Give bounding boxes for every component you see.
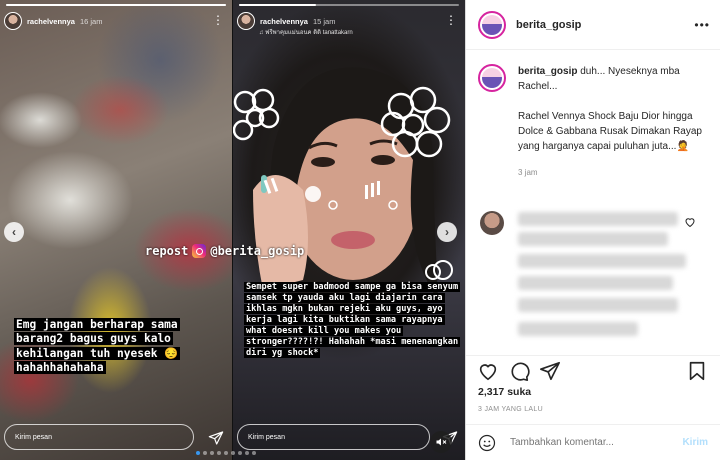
caption-time: 3 jam <box>518 168 538 177</box>
story-caption: Sempet super badmood sampe ga bisa senyu… <box>244 282 461 359</box>
story-avatar <box>237 12 255 30</box>
story-progress-bar <box>239 4 459 6</box>
carousel-dot <box>210 451 214 455</box>
story-reply-field: Kirim pesan <box>4 424 194 450</box>
comment-text-blurred <box>518 298 678 312</box>
carousel-dot <box>203 451 207 455</box>
story-more-icon: ⋮ <box>212 13 224 27</box>
author-username[interactable]: berita_gosip <box>516 19 581 31</box>
caption-username[interactable]: berita_gosip <box>518 66 577 77</box>
story-progress-fill <box>6 4 226 6</box>
story-header: rachelvennya 16 jam <box>4 12 102 30</box>
story-more-icon: ⋮ <box>445 13 457 27</box>
add-comment-bar: Kirim <box>466 424 720 460</box>
story-screenshot-left: rachelvennya 16 jam ⋮ Emg jangan berhara… <box>0 0 232 460</box>
carousel-prev-button[interactable]: ‹ <box>4 222 24 242</box>
comment-text-blurred <box>518 322 638 336</box>
story-caption-text: Sempet super badmood sampe ga bisa senyu… <box>244 282 461 358</box>
caption-avatar[interactable] <box>478 64 506 92</box>
send-icon <box>208 431 224 445</box>
carousel-dot <box>252 451 256 455</box>
story-progress-fill <box>239 4 316 6</box>
post-media: rachelvennya 16 jam ⋮ Emg jangan berhara… <box>0 0 465 460</box>
story-reply-placeholder: Kirim pesan <box>248 433 285 441</box>
post-details-panel: berita_gosip ••• berita_gosip duh... Nye… <box>465 0 720 460</box>
story-reply-field: Kirim pesan <box>237 424 430 450</box>
author-avatar[interactable] <box>478 10 506 39</box>
post-actions: 2,317 suka 3 JAM YANG LALU <box>466 355 720 425</box>
story-caption-text: Emg jangan berharap sama barang2 bagus g… <box>14 318 181 374</box>
story-avatar <box>4 12 22 30</box>
carousel-indicator <box>196 451 256 455</box>
chevron-right-icon: › <box>445 225 449 239</box>
repost-watermark: repost @berita_gosip <box>145 244 304 258</box>
story-reply-placeholder: Kirim pesan <box>15 433 52 441</box>
bookmark-icon[interactable] <box>686 360 708 382</box>
carousel-next-button[interactable]: › <box>437 222 457 242</box>
comment-item <box>478 210 708 345</box>
share-icon[interactable] <box>539 360 561 382</box>
carousel-dot <box>196 451 200 455</box>
post-caption: berita_gosip duh... Nyeseknya mba Rachel… <box>478 64 708 180</box>
carousel-dot <box>224 451 228 455</box>
story-time: 15 jam <box>312 16 336 26</box>
caption-body: berita_gosip duh... Nyeseknya mba Rachel… <box>518 64 708 180</box>
comment-text-blurred <box>518 276 673 290</box>
caption-text: Rachel Vennya Shock Baju Dior hingga Dol… <box>518 111 702 152</box>
instagram-icon <box>192 244 207 258</box>
post-comment-button[interactable]: Kirim <box>682 437 708 448</box>
story-caption: Emg jangan berharap sama barang2 bagus g… <box>14 318 224 375</box>
carousel-dot <box>238 451 242 455</box>
comment-text-blurred <box>518 232 668 246</box>
story-username: rachelvennya <box>27 16 75 26</box>
emoji-icon[interactable] <box>478 434 496 452</box>
post-header: berita_gosip ••• <box>466 0 720 50</box>
comment-text-blurred <box>518 254 686 268</box>
repost-prefix: repost <box>145 244 189 258</box>
likes-count[interactable]: 2,317 suka <box>478 386 531 398</box>
carousel-dot <box>217 451 221 455</box>
post-date[interactable]: 3 JAM YANG LALU <box>478 406 543 413</box>
story-progress-bar <box>6 4 226 6</box>
comment-input[interactable] <box>510 437 683 448</box>
story-screenshot-right: rachelvennya 15 jam ♫ ฟรีพาคุมแม่นอนค ดิ… <box>233 0 465 460</box>
story-username: rachelvennya <box>260 16 308 26</box>
story-time: 16 jam <box>79 16 103 26</box>
carousel-dot <box>245 451 249 455</box>
mute-button[interactable] <box>430 431 452 453</box>
repost-handle: @berita_gosip <box>210 244 305 258</box>
heart-icon[interactable] <box>477 360 499 382</box>
more-icon[interactable]: ••• <box>694 18 710 32</box>
mute-icon <box>436 438 447 446</box>
commenter-avatar[interactable] <box>480 211 504 235</box>
heart-icon[interactable] <box>684 216 696 228</box>
comment-icon[interactable] <box>508 360 530 382</box>
comment-text-blurred <box>518 212 678 226</box>
chevron-left-icon: ‹ <box>12 225 16 239</box>
story-music-label: ♫ ฟรีพาคุมแม่นอนค ดิดิ tanattakarn <box>259 30 353 36</box>
carousel-dot <box>231 451 235 455</box>
